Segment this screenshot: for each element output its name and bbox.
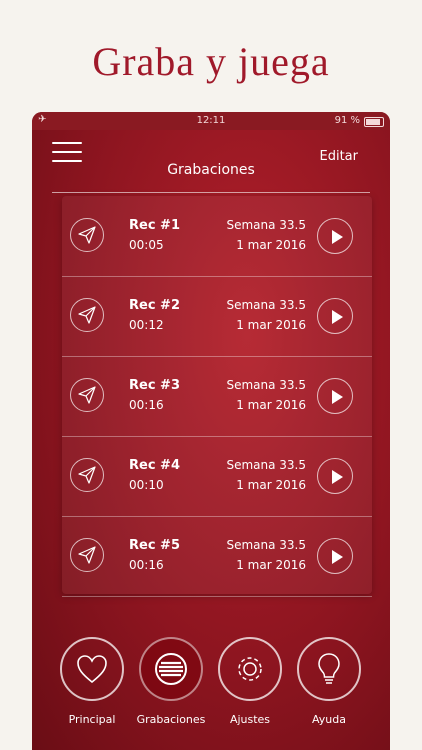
recording-week: Semana 33.5 bbox=[226, 298, 306, 312]
tab-label: Ayuda bbox=[312, 713, 346, 726]
battery-icon bbox=[364, 117, 384, 127]
lightbulb-icon bbox=[297, 637, 361, 701]
recordings-list: Rec #1 00:05 Semana 33.5 1 mar 2016 Rec … bbox=[62, 196, 372, 597]
gear-icon bbox=[218, 637, 282, 701]
battery-percent: 91 % bbox=[334, 115, 360, 126]
recording-week: Semana 33.5 bbox=[226, 458, 306, 472]
page-headline: Graba y juega bbox=[92, 39, 330, 84]
phone-screen: ✈ 12:11 91 % Editar Grabaciones Rec #1 0… bbox=[32, 112, 390, 750]
play-icon[interactable] bbox=[317, 378, 353, 414]
list-item[interactable]: Rec #1 00:05 Semana 33.5 1 mar 2016 bbox=[62, 196, 372, 277]
recording-date: 1 mar 2016 bbox=[236, 478, 306, 492]
recording-date: 1 mar 2016 bbox=[236, 238, 306, 252]
recording-date: 1 mar 2016 bbox=[236, 398, 306, 412]
recording-duration: 00:10 bbox=[129, 478, 164, 492]
tab-principal[interactable]: Principal bbox=[57, 637, 127, 726]
play-icon[interactable] bbox=[317, 298, 353, 334]
play-icon[interactable] bbox=[317, 538, 353, 574]
recording-date: 1 mar 2016 bbox=[236, 558, 306, 572]
play-icon[interactable] bbox=[317, 458, 353, 494]
recording-name: Rec #2 bbox=[129, 298, 180, 313]
send-icon[interactable] bbox=[70, 538, 104, 572]
recording-name: Rec #5 bbox=[129, 538, 180, 553]
heart-icon bbox=[60, 637, 124, 701]
recording-week: Semana 33.5 bbox=[226, 538, 306, 552]
tab-ajustes[interactable]: Ajustes bbox=[215, 637, 285, 726]
send-icon[interactable] bbox=[70, 298, 104, 332]
tab-label: Grabaciones bbox=[136, 713, 206, 726]
recording-name: Rec #4 bbox=[129, 458, 180, 473]
list-item[interactable]: Rec #5 00:16 Semana 33.5 1 mar 2016 bbox=[62, 516, 372, 597]
tab-grabaciones[interactable]: Grabaciones bbox=[136, 637, 206, 726]
recording-date: 1 mar 2016 bbox=[236, 318, 306, 332]
send-icon[interactable] bbox=[70, 378, 104, 412]
list-item[interactable]: Rec #2 00:12 Semana 33.5 1 mar 2016 bbox=[62, 276, 372, 357]
recording-name: Rec #1 bbox=[129, 218, 180, 233]
recording-name: Rec #3 bbox=[129, 378, 180, 393]
send-icon[interactable] bbox=[70, 458, 104, 492]
status-bar: ✈ 12:11 91 % bbox=[32, 112, 390, 130]
recording-week: Semana 33.5 bbox=[226, 378, 306, 392]
list-item[interactable]: Rec #4 00:10 Semana 33.5 1 mar 2016 bbox=[62, 436, 372, 517]
tab-ayuda[interactable]: Ayuda bbox=[294, 637, 364, 726]
send-icon[interactable] bbox=[70, 218, 104, 252]
play-icon[interactable] bbox=[317, 218, 353, 254]
recording-duration: 00:16 bbox=[129, 558, 164, 572]
recording-week: Semana 33.5 bbox=[226, 218, 306, 232]
recording-duration: 00:12 bbox=[129, 318, 164, 332]
list-item[interactable]: Rec #3 00:16 Semana 33.5 1 mar 2016 bbox=[62, 356, 372, 437]
recording-duration: 00:05 bbox=[129, 238, 164, 252]
header-divider bbox=[52, 192, 370, 193]
hamburger-menu-icon[interactable] bbox=[52, 142, 82, 164]
tab-label: Principal bbox=[68, 713, 116, 726]
recordings-icon bbox=[139, 637, 203, 701]
tab-label: Ajustes bbox=[229, 713, 271, 726]
recording-duration: 00:16 bbox=[129, 398, 164, 412]
screen-title: Grabaciones bbox=[167, 162, 255, 178]
